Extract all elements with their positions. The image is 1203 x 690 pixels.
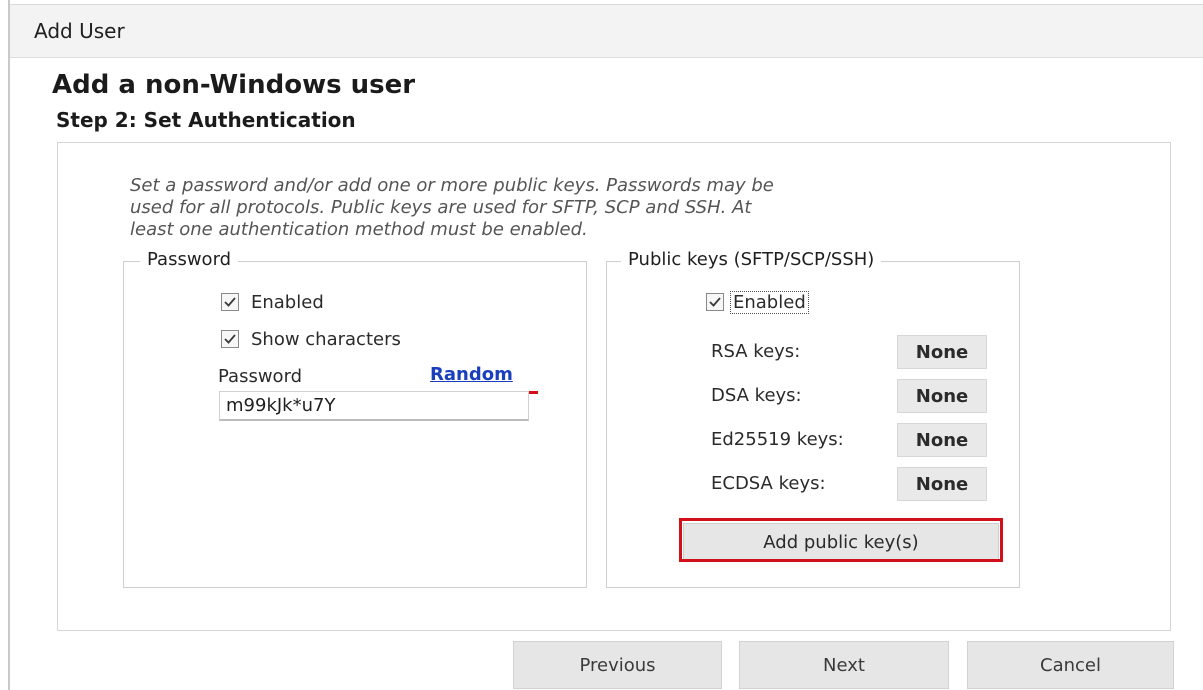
checkbox-checked-icon[interactable] (221, 293, 239, 311)
intro-line: used for all protocols. Public keys are … (130, 197, 752, 218)
rsa-keys-button[interactable]: None (897, 335, 987, 369)
show-characters-label: Show characters (251, 328, 401, 350)
public-keys-group-legend: Public keys (SFTP/SCP/SSH) (621, 249, 882, 270)
step-title: Step 2: Set Authentication (56, 108, 356, 132)
checkbox-checked-icon[interactable] (706, 293, 724, 311)
cancel-button[interactable]: Cancel (967, 641, 1174, 689)
dsa-keys-label: DSA keys: (711, 385, 802, 406)
password-enabled-label: Enabled (251, 291, 324, 313)
show-characters-checkbox[interactable]: Show characters (221, 326, 401, 352)
ed25519-keys-button[interactable]: None (897, 423, 987, 457)
password-groupbox: Password (123, 249, 587, 588)
password-field[interactable] (219, 391, 529, 421)
ed25519-keys-label: Ed25519 keys: (711, 429, 844, 450)
add-public-key-button[interactable]: Add public key(s) (683, 523, 999, 561)
page-title: Add a non-Windows user (52, 70, 416, 100)
public-keys-enabled-label: Enabled (730, 290, 809, 314)
password-group-legend: Password (140, 249, 239, 270)
password-label: Password (218, 366, 303, 387)
window-title: Add User (34, 19, 125, 43)
ecdsa-keys-label: ECDSA keys: (711, 473, 826, 494)
window-left-border (8, 0, 10, 690)
title-bar: Add User (10, 5, 1203, 58)
add-user-dialog: Add User Add a non-Windows user Step 2: … (0, 0, 1203, 690)
dsa-keys-button[interactable]: None (897, 379, 987, 413)
intro-line: Set a password and/or add one or more pu… (130, 175, 774, 196)
rsa-keys-label: RSA keys: (711, 341, 801, 362)
next-button[interactable]: Next (739, 641, 949, 689)
checkbox-checked-icon[interactable] (221, 330, 239, 348)
random-password-link[interactable]: Random (430, 364, 513, 385)
password-enabled-checkbox[interactable]: Enabled (221, 289, 324, 315)
intro-text: Set a password and/or add one or more pu… (130, 175, 1050, 241)
intro-line: least one authentication method must be … (130, 219, 588, 240)
ecdsa-keys-button[interactable]: None (897, 467, 987, 501)
public-keys-enabled-checkbox[interactable]: Enabled (706, 289, 809, 315)
previous-button[interactable]: Previous (513, 641, 722, 689)
